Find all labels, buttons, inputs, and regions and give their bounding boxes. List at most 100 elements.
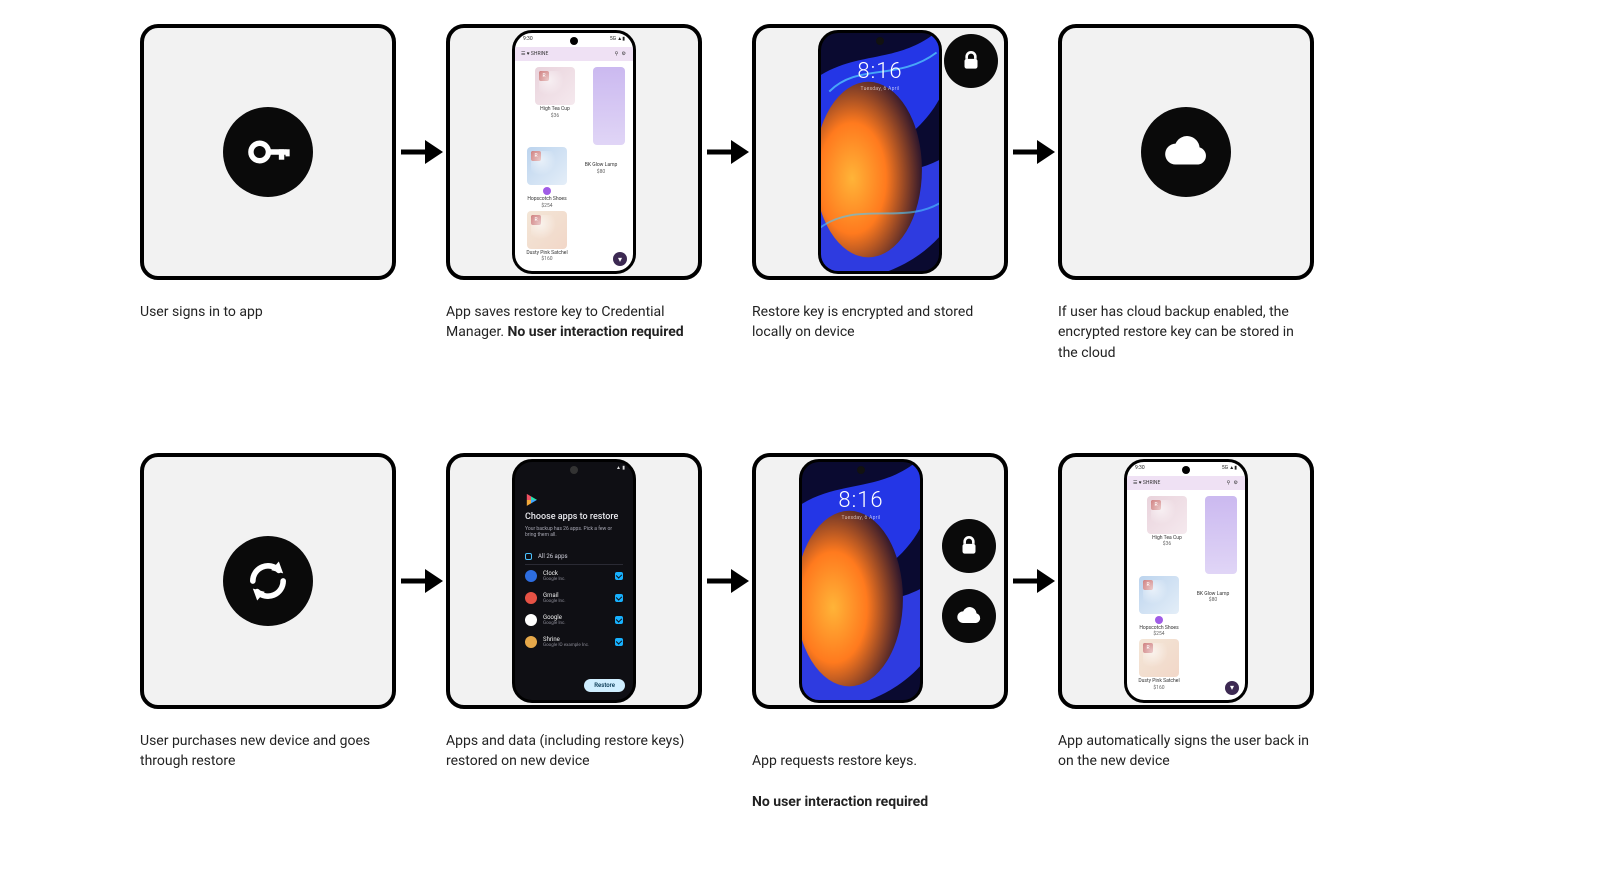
arrow-right-icon: [1011, 136, 1055, 168]
caption-text: User signs in to app: [140, 304, 263, 320]
caption: User purchases new device and goes throu…: [140, 731, 396, 772]
checkbox-icon: [615, 616, 623, 624]
caption-text: App automatically signs the user back in…: [1058, 733, 1309, 769]
app-publisher: Google Inc.: [543, 599, 609, 604]
phone-app-bar: ☰ ♥ SHRINE ⚲ ⚙: [515, 47, 633, 61]
phone-lockscreen: 8:16 Tuesday, 6 April: [818, 30, 942, 274]
arrow-right-icon: [399, 136, 443, 168]
phone-shrine: 9:30 5G ▲▮ ☰ ♥ SHRINE ⚲ ⚙ R High Tea Cup…: [512, 30, 636, 274]
app-avatar: [525, 570, 537, 582]
app-avatar: [525, 636, 537, 648]
app-publisher: Google Inc.: [543, 577, 609, 582]
card-shrine-app: 9:30 5G ▲▮ ☰ ♥ SHRINE ⚲ ⚙ R High Tea Cup…: [446, 24, 702, 280]
card-shrine-app-restored: 9:30 5G ▲▮ ☰ ♥ SHRINE ⚲ ⚙ R High Tea Cup…: [1058, 453, 1314, 709]
product-price: $254: [541, 203, 552, 209]
phone-shrine: 9:30 5G ▲▮ ☰ ♥ SHRINE ⚲ ⚙ R High Tea Cup…: [1124, 459, 1248, 703]
status-time: 9:30: [523, 36, 533, 47]
app-name: Gmail: [543, 592, 609, 599]
product-thumb: R: [1139, 576, 1179, 614]
arrow: [1008, 24, 1058, 280]
phone-restore: ▲ ▮ Choose apps to restore Your backup h…: [512, 459, 636, 703]
key-icon: [223, 107, 313, 197]
app-avatar: [525, 592, 537, 604]
phone-notch: [570, 466, 578, 474]
arrow: [702, 24, 752, 280]
caption-text: App requests restore keys.: [752, 753, 917, 769]
product-price: $80: [597, 169, 605, 175]
product-tile: R Dusty Pink Satchel $160: [523, 211, 571, 263]
phone-app-bar: ☰ ♥ SHRINE ⚲ ⚙: [1127, 476, 1245, 490]
fab-scroll: [613, 252, 627, 266]
restore-app-item: ClockGoogle Inc.: [525, 565, 623, 587]
app-publisher: Google Inc.: [543, 621, 609, 626]
lockscreen-clock: 8:16 Tuesday, 6 April: [802, 488, 920, 521]
product-tile: R Hopscotch Shoes $254: [523, 147, 571, 209]
side-icon-stack: [942, 519, 996, 643]
caption: Apps and data (including restore keys) r…: [446, 731, 702, 772]
appbar-brand: ☰ ♥ SHRINE: [1133, 480, 1160, 486]
phone-notch: [570, 37, 578, 45]
step-restore-apps: ▲ ▮ Choose apps to restore Your backup h…: [446, 453, 702, 772]
sync-icon: [223, 536, 313, 626]
caption-text: User purchases new device and goes throu…: [140, 733, 370, 769]
checkbox-icon: [525, 553, 532, 560]
arrow-right-icon: [399, 565, 443, 597]
card-cloud: [1058, 24, 1314, 280]
color-chip: [1155, 616, 1163, 624]
card-sync: [140, 453, 396, 709]
app-publisher: Google IO example Inc.: [543, 643, 609, 648]
product-side-tile: [593, 67, 625, 145]
phone-notch: [857, 466, 865, 474]
appbar-icons: ⚲ ⚙: [1227, 480, 1239, 486]
lock-date: Tuesday, 6 April: [802, 515, 920, 521]
product-price: $36: [1163, 541, 1171, 547]
phone-lockscreen: 8:16 Tuesday, 6 April: [799, 459, 923, 703]
product-thumb: R: [1139, 639, 1179, 677]
card-encrypted-local: 8:16 Tuesday, 6 April: [752, 24, 1008, 280]
caption-bold: No user interaction required: [508, 324, 684, 340]
product-tile: R High Tea Cup $36: [1135, 496, 1199, 574]
lockscreen-clock: 8:16 Tuesday, 6 April: [821, 59, 939, 92]
restore-app-item: GoogleGoogle Inc.: [525, 609, 623, 631]
arrow: [396, 453, 446, 709]
phone-notch: [876, 37, 884, 45]
arrow-right-icon: [1011, 565, 1055, 597]
cloud-icon: [942, 589, 996, 643]
caption: App requests restore keys. No user inter…: [752, 731, 1008, 832]
product-tile: R Hopscotch Shoes $254: [1135, 576, 1183, 638]
product-price: $160: [541, 256, 552, 262]
caption-bold: No user interaction required: [752, 794, 928, 810]
caption: If user has cloud backup enabled, the en…: [1058, 302, 1314, 363]
status-right: 5G ▲▮: [1222, 465, 1237, 476]
arrow: [396, 24, 446, 280]
checkbox-icon: [615, 638, 623, 646]
step-signin: User signs in to app: [140, 24, 396, 322]
restore-subtitle: Your backup has 26 apps. Pick a few or b…: [525, 526, 623, 539]
product-tile: R Dusty Pink Satchel $160: [1135, 639, 1183, 691]
product-price: $80: [1209, 597, 1217, 603]
phone-notch: [1182, 466, 1190, 474]
step-cloud: If user has cloud backup enabled, the en…: [1058, 24, 1314, 363]
step-auto-signin: 9:30 5G ▲▮ ☰ ♥ SHRINE ⚲ ⚙ R High Tea Cup…: [1058, 453, 1314, 772]
lock-icon: [944, 34, 998, 88]
status-right: 5G ▲▮: [610, 36, 625, 47]
app-name: Shrine: [543, 636, 609, 643]
restore-body: Choose apps to restore Your backup has 2…: [515, 476, 633, 661]
caption-text: If user has cloud backup enabled, the en…: [1058, 304, 1294, 361]
product-thumb: R: [1147, 496, 1187, 534]
lock-time: 8:16: [802, 488, 920, 513]
step-save-key: 9:30 5G ▲▮ ☰ ♥ SHRINE ⚲ ⚙ R High Tea Cup…: [446, 24, 702, 343]
restore-app-item: GmailGoogle Inc.: [525, 587, 623, 609]
caption: App saves restore key to Credential Mana…: [446, 302, 702, 343]
product-tile: R High Tea Cup $36: [523, 67, 587, 145]
step-new-device: User purchases new device and goes throu…: [140, 453, 396, 772]
step-encrypt-local: 8:16 Tuesday, 6 April Restore key is enc…: [752, 24, 1008, 343]
caption: App automatically signs the user back in…: [1058, 731, 1314, 772]
checkbox-icon: [615, 594, 623, 602]
restore-all-label: All 26 apps: [538, 553, 568, 560]
phone-content: R High Tea Cup $36 R Hopscotch Shoes $25…: [1127, 490, 1245, 697]
app-avatar: [525, 614, 537, 626]
product-thumb: R: [535, 67, 575, 105]
app-name: Clock: [543, 570, 609, 577]
product-tile: BK Glow Lamp $80: [577, 147, 625, 209]
